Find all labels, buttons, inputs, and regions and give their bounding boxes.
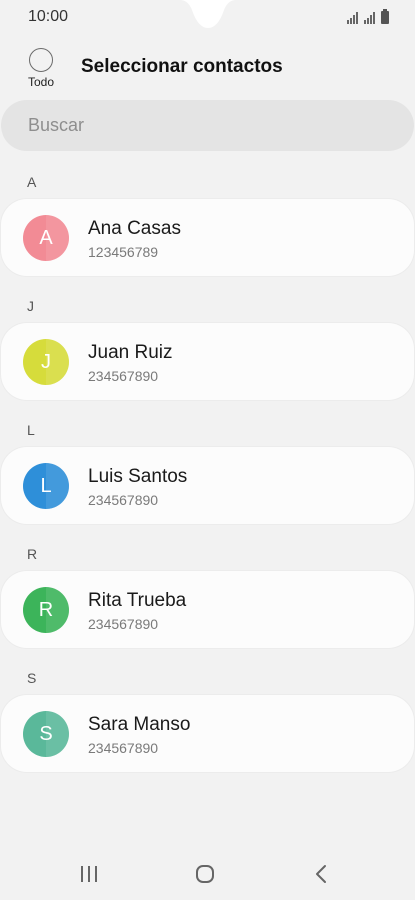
- wifi-signal-icon: [347, 12, 358, 24]
- status-icons: [347, 9, 389, 24]
- recents-button[interactable]: [73, 862, 105, 886]
- status-bar: 10:00: [0, 0, 415, 34]
- contact-card-ana-casas[interactable]: A Ana Casas 123456789: [1, 199, 414, 276]
- recents-icon: [81, 866, 97, 882]
- contact-phone: 123456789: [88, 244, 159, 260]
- home-button[interactable]: [189, 862, 221, 886]
- section-header-r: R: [27, 546, 38, 562]
- avatar: S: [23, 711, 69, 757]
- home-icon: [196, 865, 214, 883]
- contact-card-rita-trueba[interactable]: R Rita Trueba 234567890: [1, 571, 414, 648]
- avatar-initial: J: [41, 350, 51, 373]
- select-all-circle-icon: [29, 48, 53, 72]
- contact-phone: 234567890: [88, 492, 159, 508]
- contact-phone: 234567890: [88, 368, 159, 384]
- avatar: J: [23, 339, 69, 385]
- status-time: 10:00: [28, 8, 69, 25]
- contact-card-juan-ruiz[interactable]: J Juan Ruiz 234567890: [1, 323, 414, 400]
- contact-name: Ana Casas: [88, 218, 181, 239]
- back-icon: [316, 865, 326, 883]
- avatar-initial: S: [39, 722, 53, 745]
- avatar-initial: L: [40, 474, 52, 497]
- back-button[interactable]: [305, 862, 337, 886]
- contact-card-luis-santos[interactable]: L Luis Santos 234567890: [1, 447, 414, 524]
- contact-card-sara-manso[interactable]: S Sara Manso 234567890: [1, 695, 414, 772]
- section-header-a: A: [27, 174, 37, 190]
- contact-phone: 234567890: [88, 740, 159, 756]
- cell-signal-icon: [364, 12, 375, 24]
- avatar: R: [23, 587, 69, 633]
- contact-name: Juan Ruiz: [88, 342, 173, 363]
- search-input[interactable]: Buscar: [28, 115, 84, 136]
- avatar-initial: R: [38, 598, 54, 621]
- contact-phone: 234567890: [88, 616, 159, 632]
- section-header-s: S: [27, 670, 37, 686]
- contact-name: Luis Santos: [88, 466, 188, 487]
- avatar-initial: A: [39, 226, 53, 249]
- camera-notch: [180, 0, 236, 28]
- page-title: Seleccionar contactos: [81, 56, 283, 77]
- select-all-label: Todo: [27, 75, 55, 89]
- header: Todo Seleccionar contactos: [0, 44, 415, 94]
- section-header-j: J: [27, 298, 34, 314]
- search-field[interactable]: Buscar: [1, 100, 414, 151]
- avatar: A: [23, 215, 69, 261]
- contact-name: Sara Manso: [88, 714, 191, 735]
- section-header-l: L: [27, 422, 35, 438]
- select-all-checkbox[interactable]: Todo: [24, 48, 58, 89]
- contact-name: Rita Trueba: [88, 590, 187, 611]
- navigation-bar: [0, 848, 415, 898]
- battery-icon: [381, 9, 389, 24]
- avatar: L: [23, 463, 69, 509]
